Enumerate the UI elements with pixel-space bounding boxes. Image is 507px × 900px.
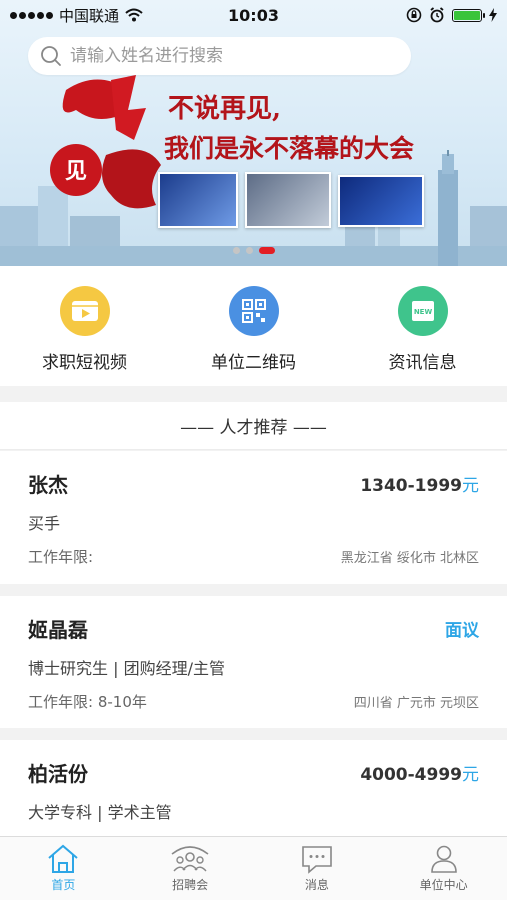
status-right bbox=[406, 7, 497, 23]
section-header-talent: —— 人才推荐 —— bbox=[0, 402, 507, 450]
signal-strength-icon bbox=[10, 11, 53, 19]
quick-item-label: 求职短视频 bbox=[42, 353, 127, 373]
tab-label: 消息 bbox=[304, 878, 329, 892]
talent-location: 四川省 广元市 元坝区 bbox=[353, 696, 479, 711]
talent-name: 张杰 bbox=[28, 473, 68, 497]
talent-experience: 工作年限: 8-10年 bbox=[28, 693, 147, 711]
quick-menu: 求职短视频 单位二维码 NEW 资讯信息 bbox=[0, 266, 507, 386]
tab-messages[interactable]: 消息 bbox=[254, 837, 381, 900]
quick-item-job-video[interactable]: 求职短视频 bbox=[0, 266, 169, 386]
battery-icon bbox=[452, 8, 485, 22]
wifi-icon bbox=[125, 8, 143, 22]
search-bar[interactable] bbox=[28, 37, 411, 75]
carousel-dot[interactable] bbox=[245, 247, 253, 254]
carrier-name: 中国联通 bbox=[59, 6, 120, 25]
talent-card[interactable]: 姬晶磊 面议 博士研究生 | 团购经理/主管 工作年限: 8-10年 四川省 广… bbox=[0, 596, 507, 728]
carousel-dot-active[interactable] bbox=[258, 247, 275, 254]
talent-name: 柏活份 bbox=[28, 762, 88, 786]
banner-slogan: 不说再见, 我们是永不落幕的大会 bbox=[164, 88, 414, 165]
talent-location: 黑龙江省 绥化市 北林区 bbox=[340, 551, 479, 566]
event-photo-1 bbox=[158, 172, 238, 228]
talent-card[interactable]: 张杰 1340-1999元 买手 工作年限: 黑龙江省 绥化市 北林区 bbox=[0, 451, 507, 584]
quick-item-news[interactable]: NEW 资讯信息 bbox=[338, 266, 507, 386]
search-input[interactable] bbox=[70, 46, 390, 66]
quick-item-label: 资讯信息 bbox=[388, 353, 457, 373]
talent-job: 博士研究生 | 团购经理/主管 bbox=[28, 659, 225, 678]
talent-experience: 工作年限: bbox=[28, 548, 94, 566]
calligraphy-logo: 见 bbox=[50, 75, 161, 209]
video-play-icon bbox=[59, 286, 110, 336]
slogan-line-2: 我们是永不落幕的大会 bbox=[164, 134, 415, 163]
carousel-dot[interactable] bbox=[232, 247, 240, 254]
quick-item-label: 单位二维码 bbox=[211, 353, 296, 373]
tab-label: 首页 bbox=[51, 878, 76, 892]
rotation-lock-icon bbox=[406, 7, 422, 23]
alarm-icon bbox=[430, 7, 444, 23]
promo-banner[interactable]: 见 不说再见, 我们是永不落幕的大会 bbox=[0, 0, 507, 266]
home-icon bbox=[48, 844, 79, 873]
event-photo-2 bbox=[245, 172, 331, 228]
qrcode-icon bbox=[228, 286, 279, 336]
talent-salary: 4000-4999元 bbox=[360, 765, 479, 785]
tab-company-center[interactable]: 单位中心 bbox=[380, 837, 507, 900]
tab-label: 招聘会 bbox=[172, 878, 209, 892]
talent-salary: 1340-1999元 bbox=[360, 476, 479, 496]
job-fair-icon bbox=[171, 846, 209, 872]
talent-card[interactable]: 柏活份 4000-4999元 大学专科 | 学术主管 bbox=[0, 740, 507, 840]
app-root: 见 不说再见, 我们是永不落幕的大会 请输入姓名进行搜索 中国联通 10:03 … bbox=[0, 0, 507, 900]
tab-bar: 首页 招聘会 消息 单位中心 bbox=[0, 836, 507, 900]
talent-name: 姬晶磊 bbox=[28, 618, 88, 642]
news-icon: NEW bbox=[397, 286, 448, 336]
status-left: 中国联通 bbox=[10, 5, 143, 26]
tab-job-fair[interactable]: 招聘会 bbox=[127, 837, 254, 900]
slogan-line-1: 不说再见, bbox=[168, 94, 282, 124]
status-bar: 中国联通 10:03 bbox=[0, 0, 507, 30]
talent-job: 大学专科 | 学术主管 bbox=[28, 803, 172, 822]
user-icon bbox=[430, 845, 457, 873]
carousel-indicator[interactable] bbox=[0, 247, 507, 254]
event-photo-3 bbox=[338, 175, 424, 227]
svg-text:见: 见 bbox=[65, 158, 87, 184]
tab-label: 单位中心 bbox=[419, 878, 468, 892]
talent-salary-negotiable: 面议 bbox=[445, 621, 479, 641]
message-icon bbox=[302, 846, 332, 874]
quick-item-qrcode[interactable]: 单位二维码 bbox=[169, 266, 338, 386]
search-icon bbox=[41, 46, 61, 66]
charging-icon bbox=[489, 8, 497, 22]
svg-text:NEW: NEW bbox=[413, 308, 432, 316]
talent-job: 买手 bbox=[28, 514, 61, 533]
tab-home[interactable]: 首页 bbox=[0, 837, 127, 900]
